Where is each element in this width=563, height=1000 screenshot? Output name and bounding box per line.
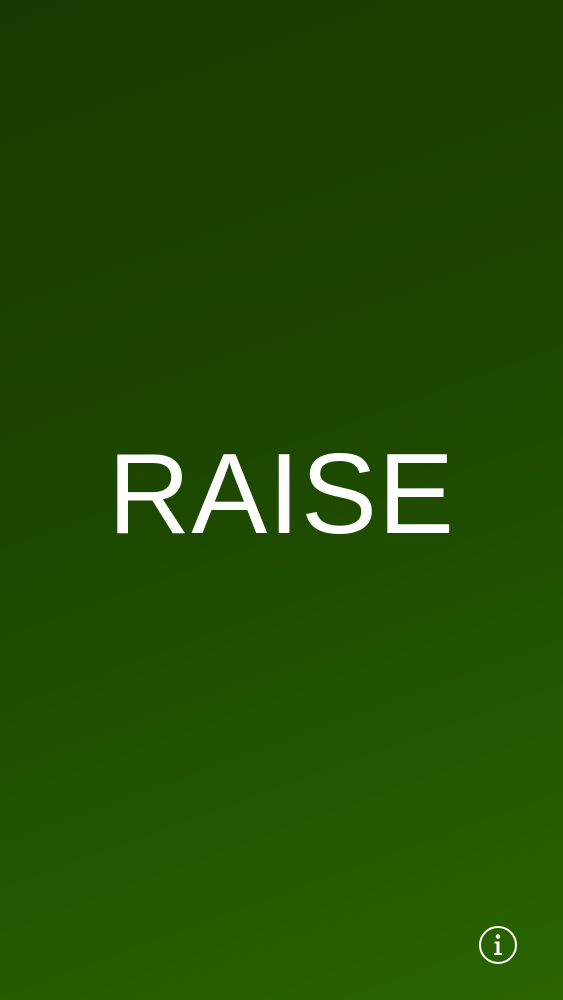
app-screen: RAISE — [0, 0, 563, 1000]
info-button[interactable] — [478, 925, 518, 965]
info-icon — [479, 926, 517, 964]
action-label: RAISE — [107, 431, 456, 558]
